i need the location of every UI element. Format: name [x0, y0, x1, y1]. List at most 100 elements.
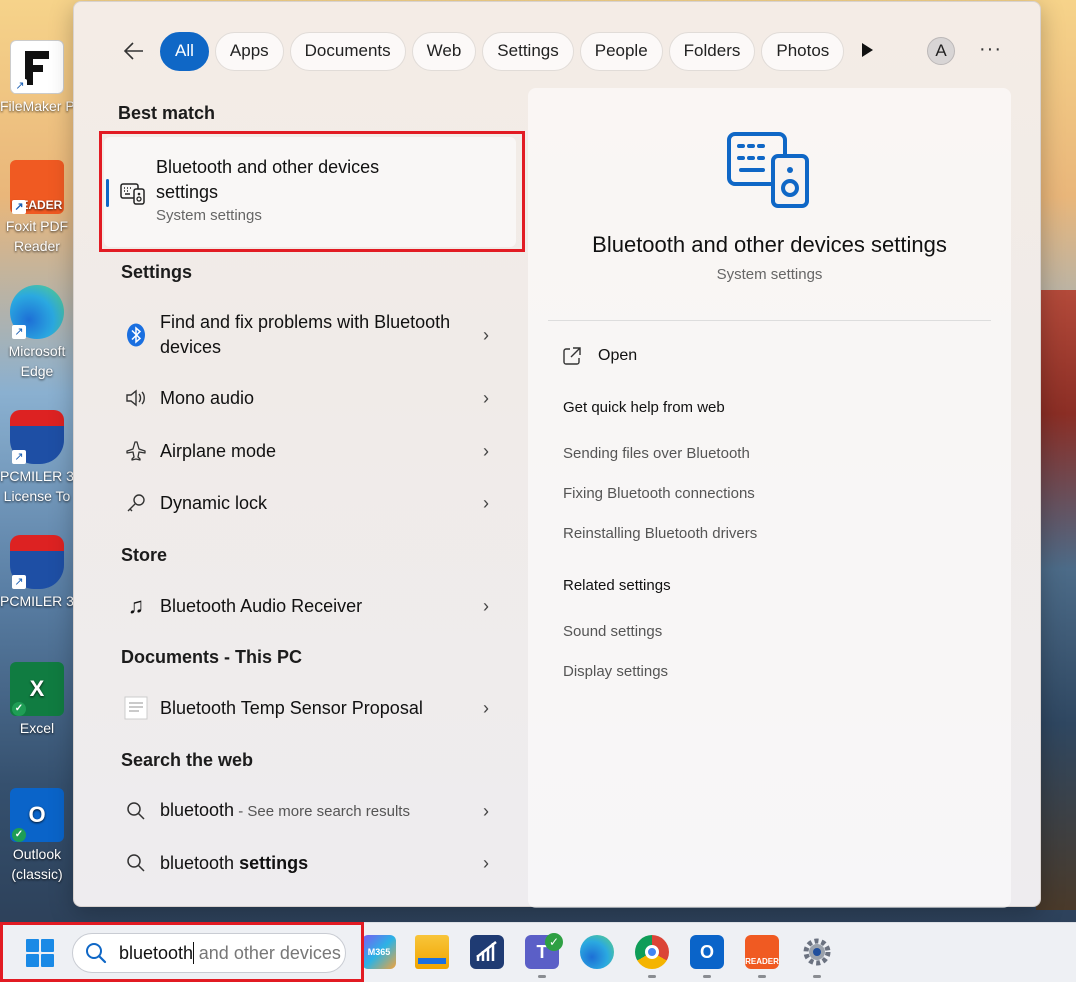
search-icon	[124, 851, 148, 875]
result-mono-audio[interactable]: Mono audio ›	[114, 375, 494, 421]
result-find-fix-bluetooth[interactable]: Find and fix problems with Bluetooth dev…	[114, 310, 494, 360]
desktop-icon-label: FileMaker P	[0, 98, 74, 114]
synced-check-icon: ✓	[12, 702, 26, 716]
search-typed-text: bluetooth	[119, 942, 194, 963]
help-link-reinstalling-drivers[interactable]: Reinstalling Bluetooth drivers	[563, 525, 757, 542]
filemaker-icon: ↗	[10, 40, 64, 94]
chevron-right-icon: ›	[483, 595, 489, 616]
result-label: Dynamic lock	[160, 492, 268, 513]
shortcut-arrow-icon: ↗	[12, 450, 26, 464]
open-button[interactable]: Open	[562, 346, 637, 366]
speaker-icon	[124, 386, 148, 410]
edge-icon[interactable]	[580, 935, 614, 969]
desktop-icon-label: PCMILER 3 License To	[0, 468, 74, 504]
chevron-right-icon: ›	[483, 324, 489, 345]
filter-settings[interactable]: Settings	[482, 31, 574, 71]
filter-web[interactable]: Web	[411, 31, 477, 71]
web-query-prefix: bluetooth	[160, 852, 240, 873]
desktop-icon-label: Outlook (classic)	[11, 846, 63, 882]
desktop-icon-edge[interactable]: ↗ Microsoft Edge	[0, 285, 74, 381]
filter-apps[interactable]: Apps	[214, 31, 284, 71]
running-indicator	[758, 975, 766, 978]
shortcut-arrow-icon: ↗	[12, 325, 26, 339]
music-note-icon: ♫	[127, 593, 145, 618]
devices-icon	[120, 180, 146, 206]
more-options-icon[interactable]: ···	[979, 38, 1002, 61]
detail-subtitle: System settings	[716, 266, 823, 283]
excel-icon: X ✓	[10, 662, 64, 716]
desktop-icon-label: Microsoft Edge	[8, 343, 66, 379]
result-label: Airplane mode	[160, 440, 277, 461]
desktop-icon-excel[interactable]: X ✓ Excel	[0, 662, 74, 738]
m365-icon[interactable]: M365	[362, 935, 396, 969]
desktop-icon-outlook[interactable]: O ✓ Outlook (classic)	[0, 788, 74, 884]
key-icon	[124, 491, 148, 515]
desktop-icon-pcmiler-license[interactable]: ↗ PCMILER 3 License To	[0, 410, 74, 506]
quick-help-heading: Get quick help from web	[563, 399, 725, 416]
wallpaper-scenery	[1036, 290, 1076, 910]
more-filters-play-icon[interactable]	[859, 41, 879, 61]
filter-bar: All Apps Documents Web Settings People F…	[114, 31, 850, 71]
web-query-suffix: - See more search results	[234, 803, 410, 820]
running-indicator	[703, 975, 711, 978]
bluetooth-icon	[124, 323, 148, 347]
account-avatar[interactable]: A	[927, 37, 955, 65]
chrome-icon[interactable]	[635, 935, 669, 969]
result-web-bluetooth-settings[interactable]: bluetooth settings ›	[114, 840, 494, 886]
related-link-display-settings[interactable]: Display settings	[563, 663, 668, 680]
pcmiler-license-icon: ↗	[10, 410, 64, 464]
running-indicator	[538, 975, 546, 978]
filter-photos[interactable]: Photos	[761, 31, 845, 71]
windows-start-icon[interactable]	[26, 939, 54, 967]
result-label: bluetooth - See more search results	[160, 798, 478, 824]
result-label: Mono audio	[160, 387, 255, 408]
desktop-icon-foxit[interactable]: READER ↗ Foxit PDF Reader	[0, 160, 74, 256]
shortcut-arrow-icon: ↗	[12, 200, 26, 214]
desktop-icon-filemaker[interactable]: ↗ FileMaker P	[0, 40, 74, 116]
filter-people[interactable]: People	[579, 31, 663, 71]
outlook-icon[interactable]: O	[690, 935, 724, 969]
desktop-icon-pcmiler[interactable]: ↗ PCMILER 3	[0, 535, 74, 611]
open-external-icon	[562, 346, 582, 366]
result-bluetooth-temp-sensor-proposal[interactable]: Bluetooth Temp Sensor Proposal ›	[114, 685, 494, 731]
folder-icon[interactable]	[415, 935, 449, 969]
detail-title: Bluetooth and other devices settings	[592, 232, 947, 257]
teams-status-icon: ✓	[545, 933, 563, 951]
section-documents: Documents - This PC	[121, 647, 303, 667]
best-match-card[interactable]: Bluetooth and other devices settings Sys…	[104, 137, 516, 247]
foxit-reader-icon[interactable]: READER	[745, 935, 779, 969]
best-match-title: Bluetooth and other devices settings	[156, 157, 380, 202]
airplane-icon	[124, 439, 148, 463]
result-label: Bluetooth Audio Receiver	[160, 595, 363, 616]
taskbar-search-input[interactable]: bluetooth and other devices settings	[72, 933, 346, 973]
desktop-icon-label: Foxit PDF Reader	[5, 218, 69, 254]
related-link-sound-settings[interactable]: Sound settings	[563, 623, 662, 640]
result-label: Find and fix problems with Bluetooth dev…	[160, 312, 451, 357]
pcmiler-icon: ↗	[10, 535, 64, 589]
section-search-web: Search the web	[121, 750, 254, 770]
filter-all[interactable]: All	[160, 31, 209, 71]
running-indicator	[813, 975, 821, 978]
result-dynamic-lock[interactable]: Dynamic lock ›	[114, 480, 494, 526]
filter-folders[interactable]: Folders	[668, 31, 756, 71]
help-link-sending-files[interactable]: Sending files over Bluetooth	[563, 445, 750, 462]
result-bluetooth-audio-receiver[interactable]: ♫ Bluetooth Audio Receiver ›	[114, 583, 494, 629]
synced-check-icon: ✓	[12, 828, 26, 842]
section-best-match: Best match	[118, 103, 216, 123]
result-web-bluetooth[interactable]: bluetooth - See more search results ›	[114, 788, 494, 834]
help-link-fixing-connections[interactable]: Fixing Bluetooth connections	[563, 485, 755, 502]
web-query-bold: settings	[239, 852, 309, 873]
chart-app-icon[interactable]	[470, 935, 504, 969]
back-arrow-icon[interactable]	[114, 31, 154, 71]
best-match-subtitle: System settings	[156, 207, 262, 224]
document-icon	[124, 696, 148, 720]
desktop-icon-label: Excel	[19, 720, 55, 736]
gear-icon[interactable]	[800, 935, 834, 969]
filter-documents[interactable]: Documents	[289, 31, 406, 71]
result-airplane-mode[interactable]: Airplane mode ›	[114, 428, 494, 474]
taskbar: bluetooth and other devices settings M36…	[0, 922, 1076, 982]
search-suggestion-text: and other devices settings	[198, 942, 341, 963]
related-settings-heading: Related settings	[563, 577, 671, 594]
selection-indicator	[106, 179, 109, 207]
chevron-right-icon: ›	[483, 440, 489, 461]
